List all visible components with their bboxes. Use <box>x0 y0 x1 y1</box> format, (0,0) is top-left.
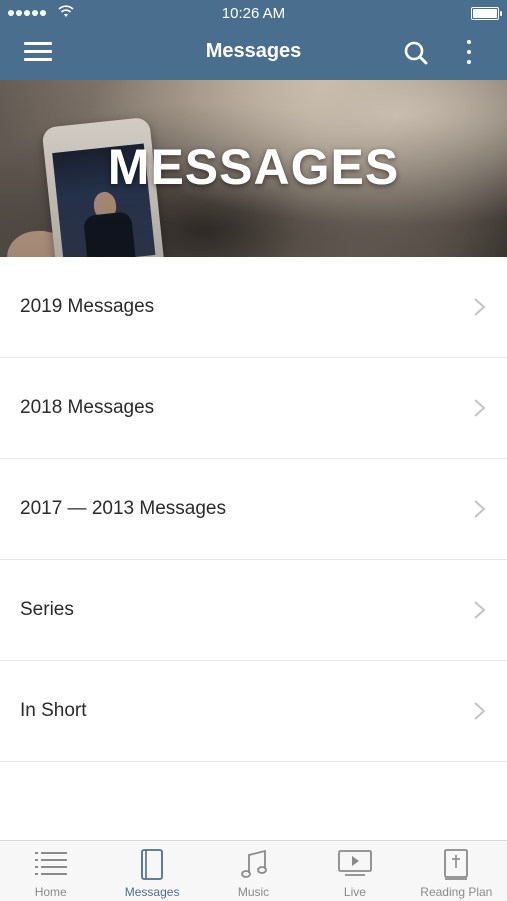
battery-icon <box>471 7 502 20</box>
chevron-right-icon <box>474 500 486 518</box>
play-icon <box>338 850 372 876</box>
nav-bar: Messages <box>0 26 507 80</box>
list-item-in-short[interactable]: In Short <box>0 661 507 762</box>
tab-label: Reading Plan <box>420 885 493 899</box>
chevron-right-icon <box>474 399 486 417</box>
list-icon <box>34 852 67 875</box>
status-bar: 10:26 AM <box>0 0 507 26</box>
banner-title: MESSAGES <box>107 139 400 195</box>
tab-home[interactable]: Home <box>0 841 101 901</box>
list-item-series[interactable]: Series <box>0 560 507 661</box>
tab-bar: Home Messages Music Live Reading Plan <box>0 840 507 901</box>
list-item-2017-2013-messages[interactable]: 2017 — 2013 Messages <box>0 459 507 560</box>
list-item-label: 2019 Messages <box>20 296 155 317</box>
tab-label: Messages <box>124 885 180 899</box>
book-icon <box>141 849 164 880</box>
page-title: Messages <box>205 40 302 62</box>
list-item-2018-messages[interactable]: 2018 Messages <box>0 358 507 459</box>
tab-live[interactable]: Live <box>304 841 405 901</box>
tab-label: Live <box>343 885 366 899</box>
search-icon[interactable] <box>403 40 429 66</box>
tab-label: Music <box>237 885 270 899</box>
chevron-right-icon <box>474 601 486 619</box>
status-time: 10:26 AM <box>221 5 286 22</box>
tab-reading-plan[interactable]: Reading Plan <box>406 841 507 901</box>
message-category-list: 2019 Messages 2018 Messages 2017 — 2013 … <box>0 257 507 762</box>
bible-icon <box>444 849 469 880</box>
list-item-label: In Short <box>20 700 87 721</box>
music-note-icon <box>240 849 267 878</box>
list-item-label: 2017 — 2013 Messages <box>20 498 226 519</box>
list-item-2019-messages[interactable]: 2019 Messages <box>0 257 507 358</box>
messages-banner: MESSAGES <box>0 80 507 257</box>
chevron-right-icon <box>474 298 486 316</box>
tab-messages[interactable]: Messages <box>101 841 202 901</box>
chevron-right-icon <box>474 702 486 720</box>
app-header: 10:26 AM Messages <box>0 0 507 80</box>
tab-label: Home <box>34 885 67 899</box>
more-options-icon[interactable] <box>463 38 475 68</box>
tab-music[interactable]: Music <box>203 841 304 901</box>
list-item-label: Series <box>20 599 74 620</box>
list-item-label: 2018 Messages <box>20 397 155 418</box>
